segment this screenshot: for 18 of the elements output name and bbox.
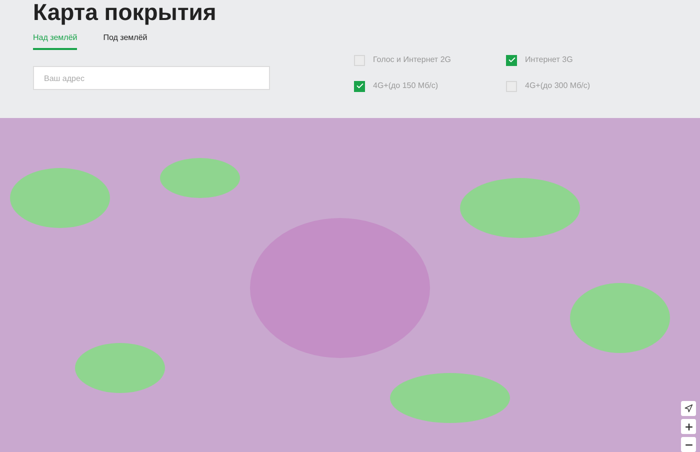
- filter-label: 4G+(до 300 Мб/с): [525, 80, 590, 92]
- checkbox[interactable]: [354, 80, 365, 92]
- filter-label: Интернет 3G: [525, 54, 573, 66]
- filter-label: Голос и Интернет 2G: [373, 54, 451, 66]
- plus-icon: [684, 422, 694, 432]
- zoom-out-button[interactable]: [681, 437, 696, 452]
- locate-button[interactable]: [681, 401, 696, 416]
- checkbox[interactable]: [506, 54, 517, 66]
- filter-label: 4G+(до 150 Мб/с): [373, 80, 438, 92]
- checkbox[interactable]: [354, 54, 365, 66]
- locate-arrow-icon: [684, 404, 693, 413]
- page-title: Карта покрытия: [33, 0, 216, 24]
- zoom-in-button[interactable]: [681, 419, 696, 434]
- check-icon: [356, 82, 364, 90]
- address-field[interactable]: Ваш адрес: [33, 66, 270, 90]
- tab[interactable]: Под землёй: [103, 32, 148, 50]
- check-icon: [508, 56, 516, 64]
- checkbox[interactable]: [506, 80, 517, 92]
